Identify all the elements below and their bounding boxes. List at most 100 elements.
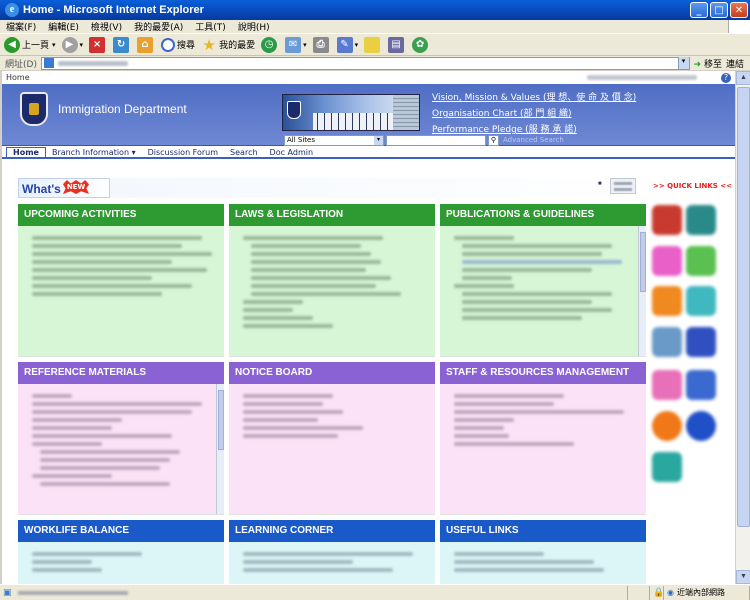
list-item[interactable] [32,560,92,564]
list-item[interactable] [32,434,172,438]
back-dropdown-icon[interactable]: ▾ [52,41,56,49]
list-item[interactable] [243,410,343,414]
list-item[interactable] [454,442,574,446]
list-item[interactable] [462,260,622,264]
teal-tile-icon[interactable] [686,286,716,316]
list-item[interactable] [243,552,413,556]
notice-tile-icon[interactable] [686,370,716,400]
blue-circle-icon[interactable] [686,411,716,441]
list-item[interactable] [454,394,564,398]
list-item[interactable] [462,252,602,256]
mail-button[interactable]: ✉ ▾ [285,36,307,53]
phone-red-icon[interactable] [652,205,682,235]
list-item[interactable] [32,394,72,398]
menu-file[interactable]: 檔案(F) [6,20,36,33]
menu-favorites[interactable]: 我的最愛(A) [134,20,183,33]
home-button[interactable]: ⌂ [137,36,155,53]
list-item[interactable] [243,394,333,398]
close-button[interactable]: ✕ [730,2,748,18]
forward-dropdown-icon[interactable]: ▾ [80,41,84,49]
list-item[interactable] [243,560,353,564]
list-item[interactable] [32,442,102,446]
list-item[interactable] [462,292,612,296]
refresh-button[interactable]: ↻ [113,36,131,53]
whats-new-ticker[interactable] [110,178,646,198]
list-item[interactable] [32,474,112,478]
list-item[interactable] [454,434,509,438]
scroll-down-icon[interactable]: ▼ [736,570,750,584]
list-item[interactable] [454,236,514,240]
scroll-thumb[interactable] [737,87,750,527]
discuss-button[interactable] [364,36,382,53]
favorites-button[interactable]: ★ 我的最愛 [201,37,255,53]
green-tile-icon[interactable] [686,246,716,276]
list-item[interactable] [32,268,207,272]
list-item[interactable] [32,402,202,406]
menu-view[interactable]: 檢視(V) [91,20,122,33]
list-item[interactable] [454,410,624,414]
list-item[interactable] [454,418,514,422]
list-item[interactable] [243,300,303,304]
maximize-button[interactable]: □ [710,2,728,18]
list-item[interactable] [32,252,212,256]
list-item[interactable] [251,292,401,296]
orange-tile-icon[interactable] [652,286,682,316]
list-item[interactable] [32,284,192,288]
list-item[interactable] [243,434,338,438]
list-item[interactable] [40,482,170,486]
list-item[interactable] [32,276,152,280]
list-item[interactable] [454,552,544,556]
list-item[interactable] [243,324,333,328]
links-button[interactable]: 連結 [726,57,744,70]
photo-tile-icon[interactable] [652,327,682,357]
orange-circle-icon[interactable] [652,411,682,441]
minimize-button[interactable]: _ [690,2,708,18]
list-item[interactable] [462,308,612,312]
list-item[interactable] [454,426,504,430]
list-item[interactable] [32,260,172,264]
menu-tools[interactable]: 工具(T) [195,20,226,33]
list-item[interactable] [462,276,512,280]
list-item[interactable] [243,236,383,240]
address-input[interactable]: ▾ [40,56,690,70]
list-item[interactable] [243,402,323,406]
back-button[interactable]: ◀ 上一頁 ▾ [4,36,56,53]
pink-tile-icon[interactable] [652,370,682,400]
list-item[interactable] [32,236,202,240]
research-button[interactable]: ▤ [388,36,406,53]
menu-edit[interactable]: 編輯(E) [48,20,79,33]
list-item[interactable] [251,284,376,288]
list-item[interactable] [40,450,180,454]
stop-button[interactable]: × [89,36,107,53]
list-item[interactable] [243,426,363,430]
list-item[interactable] [32,410,192,414]
list-item[interactable] [454,284,514,288]
list-item[interactable] [251,260,381,264]
list-item[interactable] [32,292,162,296]
list-item[interactable] [32,568,102,572]
list-item[interactable] [40,458,170,462]
list-item[interactable] [243,568,393,572]
list-item[interactable] [243,316,313,320]
edit-button[interactable]: ✎ ▾ [336,36,358,53]
list-item[interactable] [32,426,112,430]
window-title-bar[interactable]: e Home - Microsoft Internet Explorer _ □… [0,0,750,20]
list-item[interactable] [32,418,122,422]
history-button[interactable]: ◷ [261,36,279,53]
list-item[interactable] [243,308,293,312]
list-item[interactable] [454,560,594,564]
list-item[interactable] [454,402,554,406]
list-item[interactable] [462,300,592,304]
phone-teal-icon[interactable] [686,205,716,235]
scroll-up-icon[interactable]: ▲ [736,71,750,85]
panel-scrollbar[interactable] [638,226,646,356]
list-item[interactable] [454,568,604,572]
list-item[interactable] [251,244,361,248]
list-item[interactable] [462,268,592,272]
list-item[interactable] [462,316,582,320]
go-button[interactable]: ➜ 移至 [694,57,722,70]
print-button[interactable]: ⎙ [312,36,331,53]
list-item[interactable] [243,418,318,422]
list-item[interactable] [251,252,371,256]
messenger-button[interactable]: ✿ [412,36,430,53]
